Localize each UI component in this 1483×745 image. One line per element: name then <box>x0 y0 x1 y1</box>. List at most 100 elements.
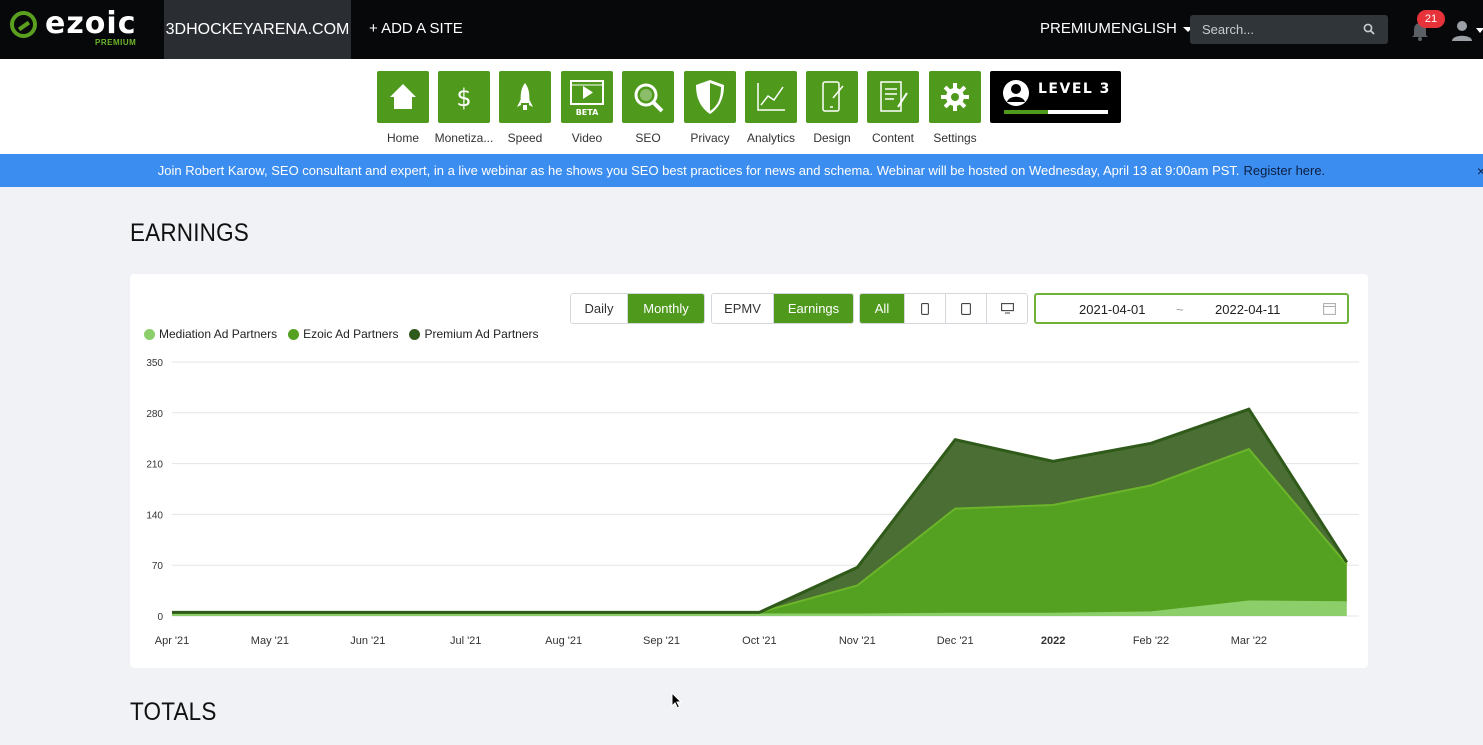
home-tile <box>377 71 429 123</box>
legend-item-ezoic[interactable]: Ezoic Ad Partners <box>288 327 398 341</box>
x-tick-label: Jun '21 <box>350 635 385 647</box>
monthly-button[interactable]: Monthly <box>628 294 704 323</box>
mouse-cursor-icon <box>671 692 683 709</box>
logo-subtitle: PREMIUM <box>95 38 137 47</box>
nav-label: Video <box>571 131 603 145</box>
legend-item-premium[interactable]: Premium Ad Partners <box>409 327 539 341</box>
close-icon[interactable]: × <box>1477 163 1483 179</box>
monetization-tile: $ <box>438 71 490 123</box>
user-avatar-icon[interactable] <box>1450 18 1474 42</box>
tablet-icon <box>961 302 971 315</box>
home-icon <box>390 84 416 109</box>
desktop-device-button[interactable] <box>987 294 1027 323</box>
seo-tile <box>622 71 674 123</box>
level-progress-bar <box>1004 110 1108 114</box>
premium-link[interactable]: PREMIUM <box>1040 20 1111 37</box>
nav-privacy[interactable]: Privacy <box>679 71 741 145</box>
x-tick-label: Mar '22 <box>1231 635 1267 647</box>
epmv-button[interactable]: EPMV <box>712 294 774 323</box>
y-tick-label: 0 <box>157 612 163 623</box>
chart-legend: Mediation Ad Partners Ezoic Ad Partners … <box>144 327 539 341</box>
y-tick-label: 140 <box>146 510 163 521</box>
x-tick-label: Aug '21 <box>545 635 582 647</box>
tablet-device-button[interactable] <box>946 294 987 323</box>
legend-dot <box>409 328 421 340</box>
nav-content[interactable]: Content <box>862 71 924 145</box>
calendar-icon[interactable] <box>1323 302 1336 315</box>
ezoic-logo-mark <box>10 11 37 38</box>
user-menu-chevron-icon[interactable] <box>1476 28 1483 33</box>
nav-design[interactable]: Design <box>801 71 863 145</box>
video-tile: BETA <box>561 71 613 123</box>
all-devices-button[interactable]: All <box>860 294 905 323</box>
beta-label: BETA <box>576 108 599 117</box>
nav-label: Home <box>386 131 419 145</box>
document-edit-icon <box>880 81 908 112</box>
totals-title: TOTALS <box>130 698 217 726</box>
nav-home[interactable]: Home <box>372 71 434 145</box>
mobile-icon <box>921 302 929 315</box>
x-tick-label: Jul '21 <box>450 635 481 647</box>
add-site-link[interactable]: + ADD A SITE <box>369 20 463 37</box>
date-range-picker[interactable]: 2021-04-01 ~ 2022-04-11 <box>1034 293 1349 324</box>
date-separator: ~ <box>1176 302 1184 317</box>
legend-label: Premium Ad Partners <box>424 327 539 341</box>
earnings-button[interactable]: Earnings <box>774 294 853 323</box>
mobile-design-icon <box>822 81 844 112</box>
app-icon-navigation: Home $ Monetiza... Speed BETA Video SEO … <box>0 59 1483 154</box>
settings-tile <box>929 71 981 123</box>
ezoic-logo[interactable]: ezoic PREMIUM <box>8 6 158 52</box>
logo-text: ezoic <box>45 6 137 41</box>
earnings-area-chart: 0 70 140 210 280 350 Apr '21 May '21 Jun '21 Jul … <box>146 358 1359 647</box>
x-tick-label: May '21 <box>251 635 289 647</box>
y-tick-label: 280 <box>146 409 163 420</box>
x-tick-label: Oct '21 <box>742 635 777 647</box>
nav-monetization[interactable]: $ Monetiza... <box>433 71 495 145</box>
mobile-device-button[interactable] <box>905 294 946 323</box>
nav-label: Speed <box>507 131 543 145</box>
y-tick-label: 210 <box>146 460 163 471</box>
nav-label: Analytics <box>746 131 796 145</box>
shield-icon <box>696 80 724 114</box>
legend-label: Mediation Ad Partners <box>159 327 278 341</box>
nav-label: Content <box>871 131 915 145</box>
nav-speed[interactable]: Speed <box>494 71 556 145</box>
language-dropdown[interactable]: ENGLISH <box>1111 20 1193 37</box>
svg-text:$: $ <box>456 84 471 112</box>
video-beta-icon: BETA <box>570 80 604 117</box>
x-tick-label: Feb '22 <box>1133 635 1169 647</box>
legend-dot <box>144 328 155 340</box>
date-end[interactable]: 2022-04-11 <box>1215 302 1281 317</box>
period-toggle: Daily Monthly <box>570 293 705 324</box>
banner-text: Join Robert Karow, SEO consultant and ex… <box>157 163 1240 178</box>
metric-toggle: EPMV Earnings <box>711 293 854 324</box>
register-link[interactable]: Register here. <box>1244 163 1326 178</box>
nav-seo[interactable]: SEO <box>617 71 679 145</box>
legend-dot <box>288 328 300 340</box>
dollar-icon: $ <box>456 84 471 112</box>
gear-icon <box>941 83 969 111</box>
top-navigation-bar: ezoic PREMIUM 3DHOCKEYARENA.COM + ADD A … <box>0 0 1483 59</box>
legend-label: Ezoic Ad Partners <box>303 327 399 341</box>
site-selector[interactable]: 3DHOCKEYARENA.COM <box>164 0 351 59</box>
nav-settings[interactable]: Settings <box>924 71 986 145</box>
x-tick-label: Sep '21 <box>643 635 680 647</box>
speed-tile <box>499 71 551 123</box>
level-label: LEVEL 3 <box>1038 81 1111 97</box>
search-icon[interactable] <box>1363 23 1375 35</box>
rocket-icon <box>517 83 533 110</box>
desktop-icon <box>1000 303 1014 314</box>
privacy-tile <box>684 71 736 123</box>
y-tick-label: 70 <box>152 561 164 572</box>
nav-video[interactable]: BETA Video <box>556 71 618 145</box>
date-start[interactable]: 2021-04-01 <box>1079 302 1146 317</box>
daily-button[interactable]: Daily <box>571 294 628 323</box>
legend-item-mediation[interactable]: Mediation Ad Partners <box>144 327 277 341</box>
level-progress-fill <box>1004 110 1048 114</box>
magnifier-icon <box>634 83 664 113</box>
line-chart-icon <box>757 83 785 111</box>
webinar-announcement-banner: Join Robert Karow, SEO consultant and ex… <box>0 154 1483 187</box>
search-input[interactable] <box>1190 15 1388 44</box>
level-badge[interactable]: LEVEL 3 <box>990 71 1121 123</box>
nav-analytics[interactable]: Analytics <box>740 71 802 145</box>
